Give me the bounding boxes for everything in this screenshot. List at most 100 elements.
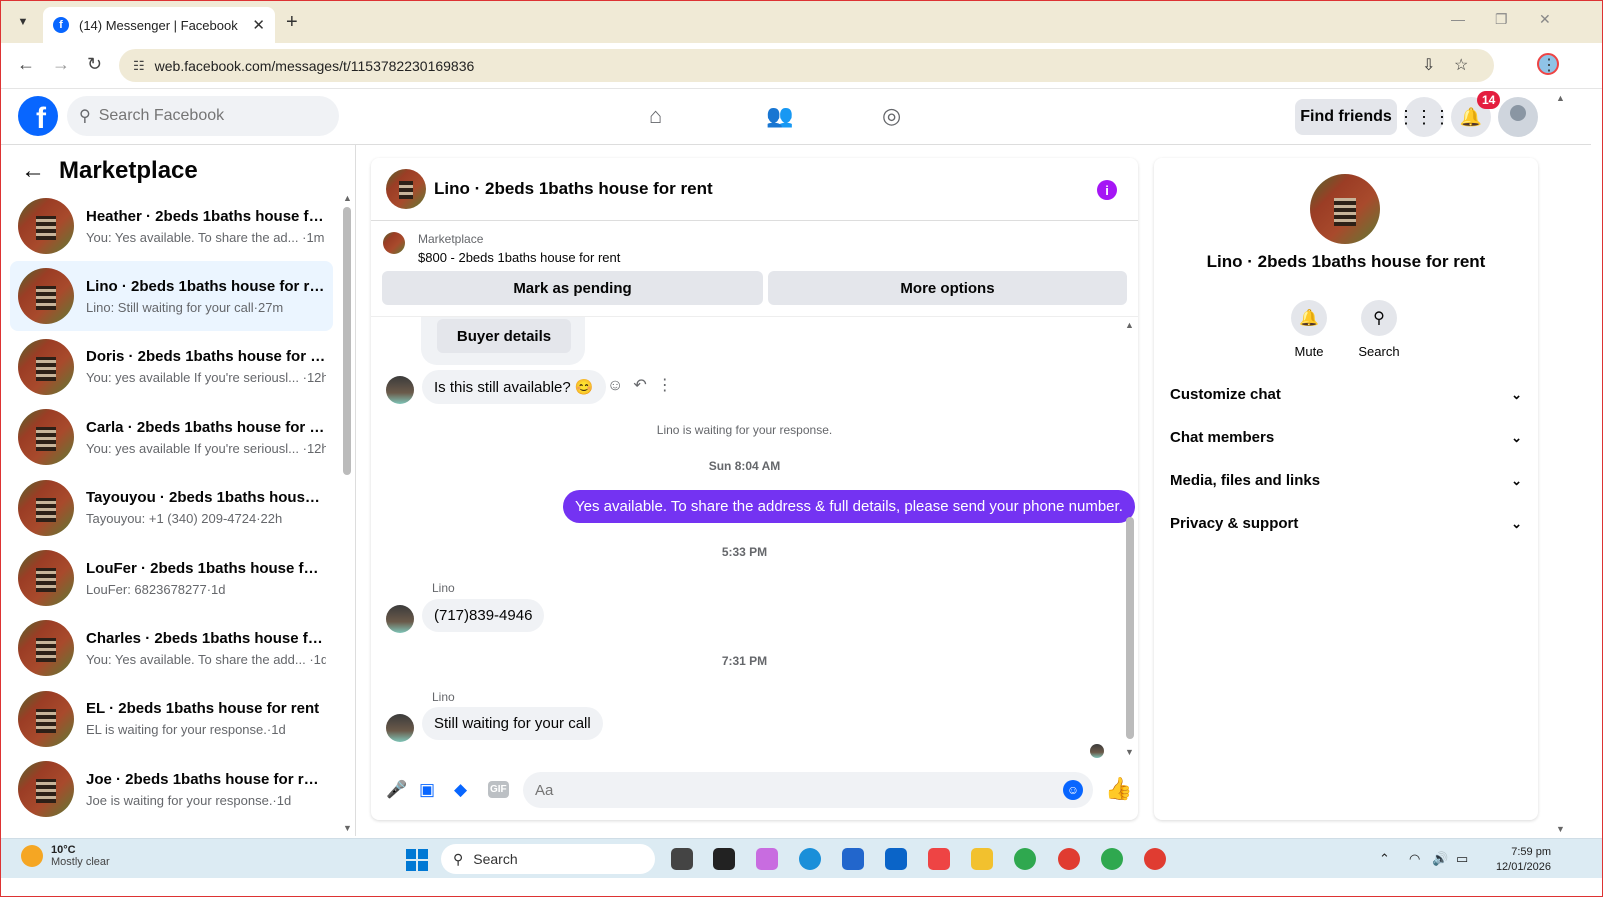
conversation-item[interactable]: Charles · 2beds 1baths house for... You: … xyxy=(10,613,333,683)
listing-avatar xyxy=(18,479,74,536)
section-chat-members[interactable]: Chat members ⌄ xyxy=(1170,429,1522,446)
buyer-details-button[interactable]: Buyer details xyxy=(437,319,571,353)
emoji-icon[interactable]: ☺ xyxy=(1063,780,1083,800)
chrome-icon[interactable] xyxy=(1144,848,1166,870)
lino-avatar[interactable] xyxy=(386,605,414,633)
conversation-item[interactable]: LouFer · 2beds 1baths house for ... LouFe… xyxy=(10,543,333,613)
copilot-icon[interactable] xyxy=(756,848,778,870)
facebook-logo[interactable]: f xyxy=(18,96,58,136)
account-avatar[interactable] xyxy=(1498,97,1538,137)
message-bubble[interactable]: Is this still available? 😊 xyxy=(422,370,606,404)
lino-avatar[interactable] xyxy=(386,376,414,404)
home-icon[interactable]: ⌂ xyxy=(649,103,662,129)
section-privacy-support[interactable]: Privacy & support ⌄ xyxy=(1170,515,1522,532)
sticker-icon[interactable]: ◆ xyxy=(454,780,467,800)
conversation-item[interactable]: Doris · 2beds 1baths house for r... You: … xyxy=(10,332,333,402)
site-info-icon[interactable]: ☷ xyxy=(133,58,145,74)
lino-avatar[interactable] xyxy=(386,714,414,742)
file-explorer-icon[interactable] xyxy=(971,848,993,870)
conversation-preview: LouFer: 6823678277·1d xyxy=(86,581,226,597)
address-bar[interactable]: ☷ web.facebook.com/messages/t/1153782230… xyxy=(119,49,1494,82)
menu-grid-icon[interactable]: ⋮⋮⋮ xyxy=(1397,97,1451,137)
reply-icon[interactable]: ↶ xyxy=(633,377,656,394)
store-icon[interactable] xyxy=(842,848,864,870)
page-scroll-down-icon[interactable]: ▼ xyxy=(1556,824,1565,834)
conversation-item[interactable]: Lino · 2beds 1baths house for rent Lino: … xyxy=(10,261,333,332)
outlook-icon[interactable] xyxy=(885,848,907,870)
info-icon[interactable]: i xyxy=(1097,180,1117,200)
find-friends-button[interactable]: Find friends xyxy=(1295,99,1397,135)
groups-icon[interactable]: ◎ xyxy=(882,103,901,129)
like-thumb-icon[interactable]: 👍 xyxy=(1105,776,1132,802)
scroll-up-icon[interactable]: ▲ xyxy=(1125,320,1134,330)
minimize-icon[interactable]: — xyxy=(1451,11,1465,27)
wifi-icon[interactable]: ◠ xyxy=(1409,851,1420,867)
battery-icon[interactable]: ▭ xyxy=(1456,851,1468,867)
conversation-item[interactable]: Carla · 2beds 1baths house for r... You: … xyxy=(10,402,333,472)
profile-avatar[interactable] xyxy=(1310,174,1380,244)
back-icon[interactable]: ← xyxy=(17,54,35,75)
search-button[interactable]: ⚲ Search xyxy=(1344,300,1414,359)
back-arrow-icon[interactable]: ← xyxy=(21,157,45,185)
install-app-icon[interactable]: ⇩ xyxy=(1422,55,1435,75)
browser-tab[interactable]: f (14) Messenger | Facebook ✕ xyxy=(43,7,275,43)
new-tab-icon[interactable]: + xyxy=(286,11,298,34)
tray-overflow-icon[interactable]: ⌃ xyxy=(1379,851,1390,867)
facebook-search[interactable]: ⚲ xyxy=(67,96,339,136)
friends-icon[interactable]: 👥 xyxy=(766,103,793,129)
browser-tab-bar: ▼ f (14) Messenger | Facebook ✕ + — ❐ ✕ xyxy=(1,1,1602,43)
listing-info[interactable]: Marketplace $800 - 2beds 1baths house fo… xyxy=(383,232,620,265)
chat-header[interactable]: Lino · 2beds 1baths house for rent xyxy=(371,158,1138,221)
message-bubble[interactable]: Still waiting for your call xyxy=(422,707,603,740)
conversation-item[interactable]: Tayouyou · 2beds 1baths house f... Tayouy… xyxy=(10,473,333,543)
screen: ▼ f (14) Messenger | Facebook ✕ + — ❐ ✕ … xyxy=(0,0,1603,897)
message-bubble[interactable]: (717)839-4946 xyxy=(422,599,545,632)
conversation-item[interactable]: Joe · 2beds 1baths house for rent Joe is … xyxy=(10,754,333,824)
tab-search-icon[interactable]: ▼ xyxy=(11,10,35,34)
close-tab-icon[interactable]: ✕ xyxy=(252,16,265,34)
more-icon[interactable]: ⋮ xyxy=(657,377,683,394)
weather-widget[interactable]: 10°C Mostly clear xyxy=(21,844,110,868)
volume-icon[interactable]: 🔊 xyxy=(1432,851,1448,867)
restore-icon[interactable]: ❐ xyxy=(1495,11,1508,28)
section-media-files-links[interactable]: Media, files and links ⌄ xyxy=(1170,472,1522,489)
conversation-item[interactable]: Heather · 2beds 1baths house fo... You: Y… xyxy=(10,191,333,261)
mark-as-pending-button[interactable]: Mark as pending xyxy=(382,271,763,305)
task-view-icon[interactable] xyxy=(671,848,693,870)
snipping-tool-icon[interactable] xyxy=(928,848,950,870)
close-window-icon[interactable]: ✕ xyxy=(1539,11,1551,28)
message-input[interactable] xyxy=(535,781,1035,799)
gif-icon[interactable]: GIF xyxy=(488,781,509,798)
taskbar-search[interactable]: ⚲ Search xyxy=(441,844,655,874)
conversation-item[interactable]: EL · 2beds 1baths house for rent EL is wa… xyxy=(10,684,333,754)
listing-title: $800 - 2beds 1baths house for rent xyxy=(418,250,621,265)
search-input[interactable] xyxy=(98,107,309,125)
sticky-notes-icon[interactable] xyxy=(713,848,735,870)
my-message-bubble[interactable]: Yes available. To share the address & fu… xyxy=(563,490,1135,523)
chrome-icon[interactable] xyxy=(1101,848,1123,870)
chat-scrollbar[interactable] xyxy=(1126,517,1134,739)
react-icon[interactable]: ☺ xyxy=(607,377,633,394)
bookmark-star-icon[interactable]: ☆ xyxy=(1454,55,1468,75)
microphone-icon[interactable]: 🎤 xyxy=(386,780,407,800)
timestamp: Sun 8:04 AM xyxy=(708,459,781,473)
system-clock[interactable]: 7:59 pm 12/01/2026 xyxy=(1489,845,1551,875)
sidebar-scrollbar[interactable] xyxy=(343,207,351,475)
page-scroll-up-icon[interactable]: ▲ xyxy=(1556,93,1565,103)
scroll-down-icon[interactable]: ▼ xyxy=(343,823,352,833)
section-customize-chat[interactable]: Customize chat ⌄ xyxy=(1170,386,1522,403)
scroll-up-icon[interactable]: ▲ xyxy=(343,193,352,203)
mute-button[interactable]: 🔔 Mute xyxy=(1274,300,1344,359)
more-options-button[interactable]: More options xyxy=(768,271,1127,305)
photo-icon[interactable]: ▣ xyxy=(419,780,435,800)
chrome-icon[interactable] xyxy=(1014,848,1036,870)
browser-menu-icon[interactable]: ⋮ xyxy=(1541,55,1557,75)
windows-start-icon[interactable] xyxy=(406,849,428,871)
edge-icon[interactable] xyxy=(799,848,821,870)
scroll-down-icon[interactable]: ▼ xyxy=(1125,747,1134,757)
forward-icon[interactable]: → xyxy=(52,54,70,75)
message-input-box[interactable]: ☺ xyxy=(523,772,1093,808)
sender-name: Lino xyxy=(432,690,455,704)
chrome-icon[interactable] xyxy=(1058,848,1080,870)
reload-icon[interactable]: ↻ xyxy=(87,54,102,75)
